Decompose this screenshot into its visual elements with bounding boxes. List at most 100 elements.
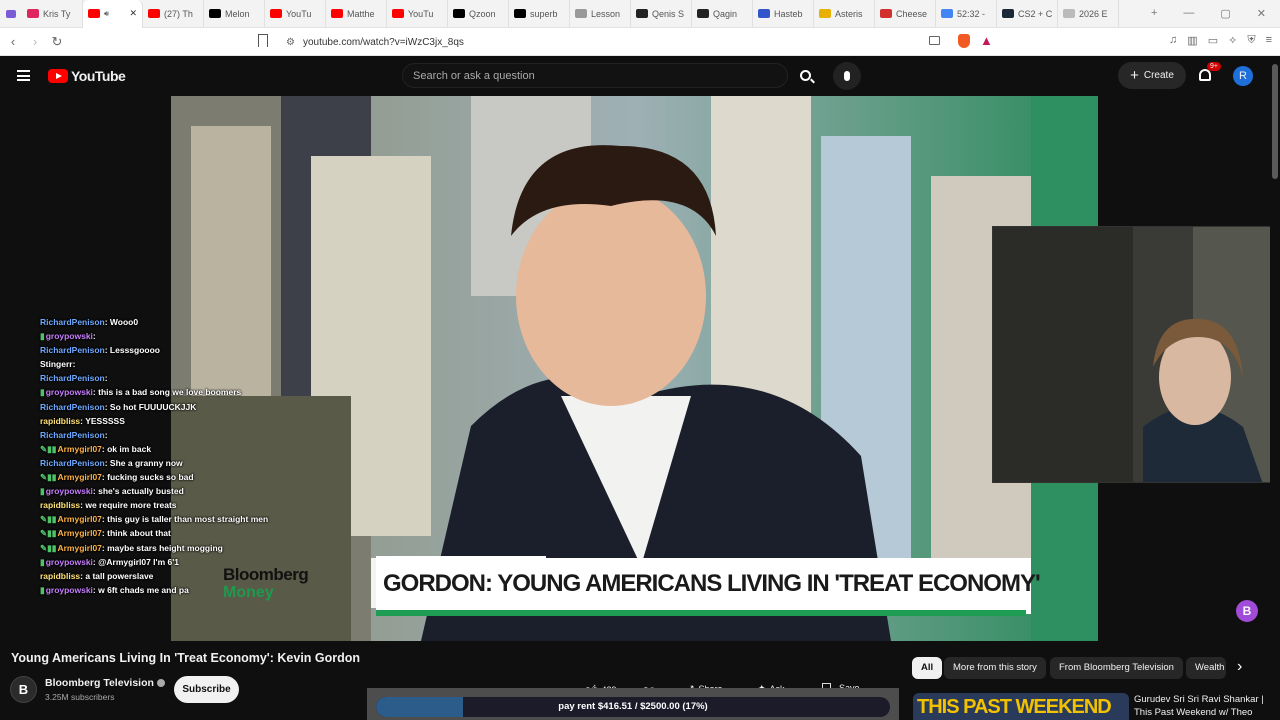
tab-favicon-icon (88, 9, 100, 18)
media-icon[interactable]: ♫ (1169, 34, 1177, 47)
chat-username[interactable]: RichardPenison (40, 430, 105, 440)
account-avatar[interactable]: R (1233, 66, 1253, 86)
browser-menu-icon[interactable]: ≡ (1266, 34, 1272, 47)
browser-tab[interactable]: Melon (204, 0, 265, 28)
sidebar-icon[interactable]: ▥ (1187, 34, 1197, 47)
leo-icon[interactable]: ✧ (1228, 34, 1237, 47)
vpn-icon[interactable]: ⛨ (1247, 34, 1255, 47)
related-video[interactable]: THIS PAST WEEKEND Gurudev Sri Sri Ravi S… (913, 693, 1264, 720)
chat-username[interactable]: RichardPenison (40, 458, 105, 468)
browser-tab[interactable]: superb (509, 0, 570, 28)
browser-tab[interactable]: Qzoon (448, 0, 509, 28)
chat-username[interactable]: RichardPenison (40, 402, 105, 412)
chat-username[interactable]: Armygirl07 (57, 528, 101, 538)
chat-username[interactable]: RichardPenison (40, 345, 105, 355)
chat-username[interactable]: Armygirl07 (57, 514, 101, 524)
browser-tab[interactable]: Qenis S (631, 0, 692, 28)
browser-tab[interactable]: 2026 E (1058, 0, 1119, 28)
search-placeholder: Search or ask a question (413, 70, 535, 82)
hamburger-menu-icon[interactable] (17, 70, 30, 81)
cast-icon[interactable] (929, 36, 940, 45)
browser-tab[interactable]: YouTu (265, 0, 326, 28)
related-title-line1: Gurudev Sri Sri Ravi Shankar | (1134, 694, 1264, 705)
chat-badge-icon: ✎▮▮ (40, 528, 57, 539)
chat-username[interactable]: RichardPenison (40, 373, 105, 383)
channel-name[interactable]: Bloomberg Television (45, 677, 165, 689)
channel-watermark[interactable]: B (1236, 600, 1258, 622)
microphone-icon (844, 71, 850, 81)
scrollbar-thumb[interactable] (1272, 64, 1278, 179)
chat-message: RichardPenison: So hot FUUUUCKJJK (40, 400, 340, 414)
notifications-button[interactable]: 9+ (1196, 62, 1221, 86)
page-scrollbar[interactable] (1270, 56, 1280, 720)
chat-username[interactable]: Armygirl07 (57, 444, 101, 454)
chat-message: ✎▮▮Armygirl07: think about that (40, 526, 340, 540)
maximize-icon[interactable]: ▢ (1220, 7, 1230, 20)
minimize-icon[interactable]: — (1183, 7, 1194, 20)
channel-avatar[interactable]: B (10, 676, 37, 703)
tab-favicon-icon (209, 9, 221, 18)
browser-tab[interactable]: Matthe (326, 0, 387, 28)
chat-username[interactable]: rapidbliss (40, 416, 80, 426)
chat-message: RichardPenison: Wooo0 (40, 315, 340, 329)
back-icon[interactable]: ‹ (2, 34, 24, 49)
chip-more-from-story[interactable]: More from this story (944, 657, 1046, 679)
chat-username[interactable]: groypowski (46, 486, 93, 496)
browser-tab[interactable]: YouTu (387, 0, 448, 28)
bookmark-icon[interactable] (258, 34, 268, 47)
chat-username[interactable]: rapidbliss (40, 571, 80, 581)
search-input[interactable]: Search or ask a question (402, 63, 788, 88)
search-button[interactable] (790, 63, 820, 88)
chat-username[interactable]: groypowski (46, 557, 93, 567)
chip-all[interactable]: All (912, 657, 943, 679)
youtube-logo[interactable]: YouTube (48, 68, 126, 84)
chat-message: ▮groypowski: she's actually busted (40, 484, 340, 498)
browser-tab[interactable]: Asteris (814, 0, 875, 28)
voice-search-button[interactable] (833, 62, 861, 90)
close-window-icon[interactable]: ✕ (1257, 7, 1266, 20)
subscribe-button[interactable]: Subscribe (174, 676, 239, 703)
browser-tab[interactable]: Hasteb (753, 0, 814, 28)
chat-username[interactable]: rapidbliss (40, 500, 80, 510)
wallet-icon[interactable]: ▭ (1208, 34, 1218, 47)
tab-favicon-icon (331, 9, 343, 18)
related-thumbnail: THIS PAST WEEKEND (913, 693, 1129, 720)
chat-username[interactable]: groypowski (46, 387, 93, 397)
chat-badge-icon: ▮ (40, 584, 45, 595)
reload-icon[interactable]: ↻ (46, 34, 68, 50)
tab-label: Qzoon (469, 8, 496, 19)
chat-username[interactable]: RichardPenison (40, 317, 105, 327)
brave-shield-icon[interactable] (958, 34, 970, 48)
tab-close-icon[interactable]: ✕ (129, 8, 137, 19)
chat-message: RichardPenison: Lesssgoooo (40, 343, 340, 357)
chat-username[interactable]: Armygirl07 (57, 472, 101, 482)
url-text: youtube.com/watch?v=iWzC3jx_8qs (302, 36, 464, 48)
new-tab-icon[interactable]: + (1151, 7, 1157, 20)
chat-username[interactable]: groypowski (46, 585, 93, 595)
browser-tab-bar: Kris Ty 🔊︎ ✕ (27) Th Melon YouTu Matthe YouTu Qz… (0, 0, 1280, 28)
chat-username[interactable]: Armygirl07 (57, 543, 101, 553)
forward-icon[interactable]: › (24, 34, 46, 49)
tab-audio-icon[interactable]: 🔊︎ (104, 9, 109, 19)
chat-message: ▮groypowski: w 6ft chads me and pa (40, 583, 340, 597)
site-info-icon[interactable]: ⚙ (286, 37, 295, 48)
url-field[interactable]: ⚙ youtube.com/watch?v=iWzC3jx_8qs (286, 32, 1026, 52)
browser-tab[interactable]: (27) Th (143, 0, 204, 28)
browser-tab[interactable]: Cheese (875, 0, 936, 28)
chat-username[interactable]: groypowski (46, 331, 93, 341)
chip-from-channel[interactable]: From Bloomberg Television (1050, 657, 1183, 679)
webcam-frame (993, 227, 1279, 482)
chat-username[interactable]: Stingerr (40, 359, 73, 369)
create-button[interactable]: + Create (1118, 62, 1186, 89)
browser-tab[interactable]: 52:32 - (936, 0, 997, 28)
browser-tab[interactable]: 🔊︎ ✕ (83, 0, 143, 28)
address-bar: ‹ › ↻ ⚙ youtube.com/watch?v=iWzC3jx_8qs … (0, 28, 1280, 56)
browser-menu-icon[interactable] (0, 0, 22, 28)
browser-tab[interactable]: Kris Ty (22, 0, 83, 28)
browser-tab[interactable]: Qagin (692, 0, 753, 28)
chips-next-icon[interactable]: › (1237, 658, 1242, 676)
brave-rewards-icon[interactable]: ▲ (980, 33, 993, 48)
browser-tab[interactable]: CS2 + C (997, 0, 1058, 28)
chip-wealth[interactable]: Wealth (1186, 657, 1226, 679)
browser-tab[interactable]: Lesson (570, 0, 631, 28)
